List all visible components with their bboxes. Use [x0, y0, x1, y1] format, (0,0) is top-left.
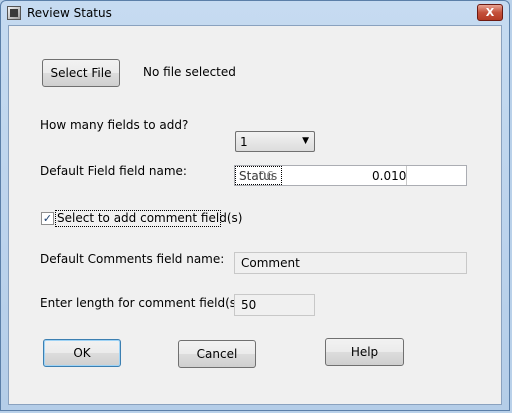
select-file-button[interactable]: Select File [42, 59, 120, 87]
cancel-button[interactable]: Cancel [178, 340, 256, 368]
chevron-down-icon: ▼ [302, 136, 309, 146]
close-button[interactable]: X [477, 4, 503, 21]
ok-button[interactable]: OK [43, 339, 121, 367]
app-icon [7, 6, 21, 20]
comment-length-input[interactable]: 50 [234, 294, 315, 316]
file-status: No file selected [143, 65, 236, 79]
comment-checkbox[interactable]: ✓ [41, 212, 54, 225]
comments-name-label: Default Comments field name: [40, 252, 225, 266]
comment-length-label: Enter length for comment field(s): [40, 296, 245, 310]
field-count-value: 1 [240, 135, 248, 149]
help-button[interactable]: Help [325, 338, 404, 366]
window-title: Review Status [27, 6, 112, 20]
comments-name-input[interactable]: Comment [234, 252, 467, 274]
field-name-numeric: 0.010 [372, 169, 407, 183]
dialog-body: Select File No file selected How many fi… [8, 25, 502, 405]
field-count-label: How many fields to add? [40, 118, 189, 132]
title-bar[interactable]: Review Status X [1, 1, 509, 25]
field-count-select[interactable]: 1 ▼ [235, 131, 315, 152]
comment-checkbox-label[interactable]: Select to add comment field(s) [57, 211, 242, 225]
field-name-input[interactable]: Status Sta06 0.010 [234, 165, 467, 186]
comments-name-value: Comment [241, 256, 300, 270]
cell-divider [406, 166, 407, 185]
review-status-dialog: Review Status X Select File No file sele… [0, 0, 510, 411]
field-name-label: Default Field field name: [40, 164, 187, 178]
comment-length-value: 50 [241, 298, 257, 312]
field-name-cell-focus [235, 166, 282, 185]
